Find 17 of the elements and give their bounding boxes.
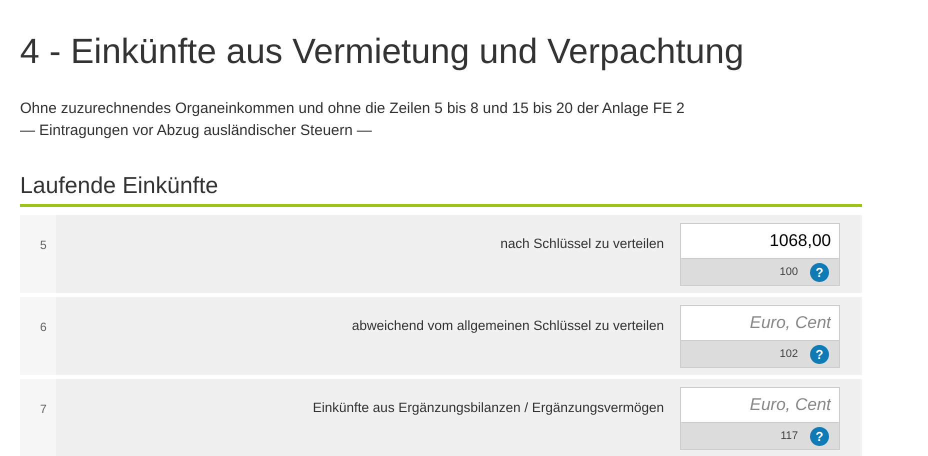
field-code: 102 [780, 346, 798, 362]
page-title: 4 - Einkünfte aus Vermietung und Verpachtung [20, 31, 744, 73]
section-title: Laufende Einkünfte [20, 171, 218, 200]
help-button[interactable]: ? [810, 262, 829, 282]
intro-text: — Eintragungen vor Abzug ausländischer Steuern — [20, 121, 372, 141]
field-code: 117 [780, 428, 798, 444]
field-label: nach Schlüssel zu verteilen [500, 235, 664, 253]
field-label: abweichend vom allgemeinen Schlüssel zu verteilen [352, 317, 664, 335]
field-label: Einkünfte aus Ergänzungsbilanzen / Ergänzungsvermögen [312, 399, 664, 417]
amount-field[interactable]: 1068,00 [680, 223, 840, 259]
field-code: 100 [780, 264, 798, 280]
line-number: 6 [40, 320, 47, 334]
intro-text: Ohne zuzurechnendes Organeinkommen und ohne die Zeilen 5 bis 8 und 15 bis 20 der Anlage FE 2 [20, 99, 685, 119]
help-button[interactable]: ? [810, 344, 829, 364]
help-button[interactable]: ? [810, 426, 829, 446]
line-number: 5 [40, 238, 47, 252]
line-number: 7 [40, 402, 47, 416]
